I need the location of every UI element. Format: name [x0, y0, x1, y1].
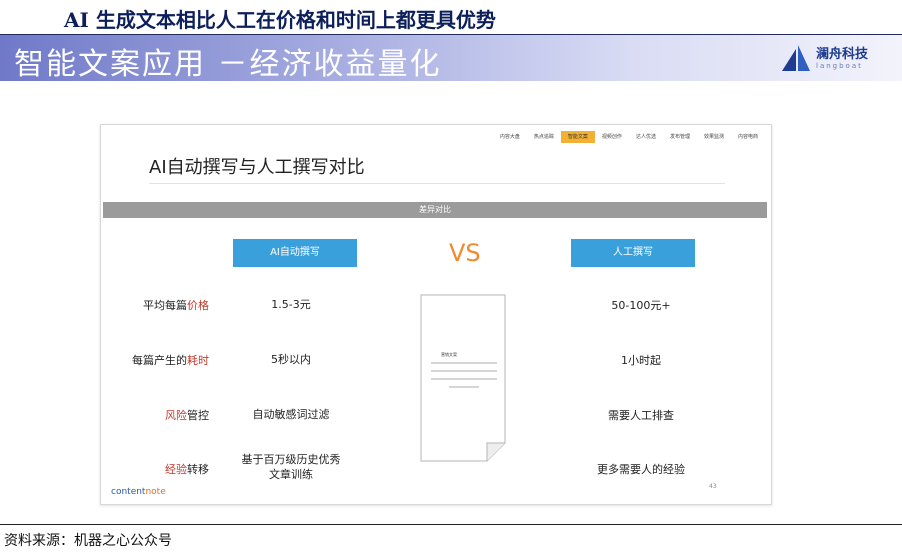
logo-mark-icon	[782, 45, 810, 71]
human-column-header: 人工撰写	[571, 239, 695, 267]
source-note: 资料来源：机器之心公众号	[4, 533, 172, 549]
slide-title: AI自动撰写与人工撰写对比	[149, 157, 365, 178]
company-logo: 澜舟科技 langboat	[780, 43, 890, 75]
slide-page-number: 43	[709, 483, 717, 490]
vs-label: VS	[449, 239, 481, 267]
tab-influencer-select[interactable]: 达人优选	[629, 131, 663, 143]
comparison-section-bar: 差异对比	[103, 202, 767, 218]
row-label-experience: 经验转移	[165, 463, 209, 476]
logo-text: 澜舟科技	[816, 47, 869, 62]
row-label-risk: 风险管控	[165, 409, 209, 422]
slide-brand-logo: contentnote	[111, 487, 166, 497]
slide-title-divider	[149, 183, 725, 184]
ai-price-value: 1.5-3元	[271, 298, 311, 311]
slide-nav-tabs: 内容大盘 热点追踪 智能文案 视频创作 达人优选 发布管理 效果监测 内容电商	[493, 131, 765, 143]
row-label-time: 每篇产生的耗时	[132, 354, 209, 367]
human-time-value: 1小时起	[621, 354, 661, 367]
banner-title: 智能文案应用 －经济收益量化	[14, 47, 442, 82]
ai-risk-value: 自动敏感词过滤	[252, 408, 330, 421]
ai-time-value: 5秒以内	[271, 353, 311, 366]
tab-content-overview[interactable]: 内容大盘	[493, 131, 527, 143]
logo-subtext: langboat	[816, 62, 863, 70]
tab-publish-management[interactable]: 发布管理	[663, 131, 697, 143]
ai-experience-value: 基于百万级历史优秀文章训练	[241, 453, 341, 481]
human-risk-value: 需要人工排查	[608, 409, 674, 422]
tab-video-creation[interactable]: 视频创作	[595, 131, 629, 143]
human-price-value: 50-100元+	[611, 299, 671, 312]
human-experience-value: 更多需要人的经验	[597, 463, 685, 476]
slide-screenshot: 内容大盘 热点追踪 智能文案 视频创作 达人优选 发布管理 效果监测 内容电商 …	[100, 124, 772, 505]
tab-hot-topics[interactable]: 热点追踪	[527, 131, 561, 143]
row-label-price: 平均每篇价格	[143, 299, 209, 312]
tab-content-ecommerce[interactable]: 内容电商	[731, 131, 765, 143]
footer-divider	[0, 524, 902, 525]
page-title: AI 生成文本相比人工在价格和时间上都更具优势	[64, 8, 496, 32]
tab-smart-copy[interactable]: 智能文案	[560, 131, 595, 143]
tab-effect-monitoring[interactable]: 效果监测	[697, 131, 731, 143]
document-caption: 营销文案	[441, 352, 457, 357]
document-icon	[420, 294, 506, 462]
ai-column-header: AI自动撰写	[233, 239, 357, 267]
section-banner: 智能文案应用 －经济收益量化 澜舟科技 langboat	[0, 35, 902, 82]
